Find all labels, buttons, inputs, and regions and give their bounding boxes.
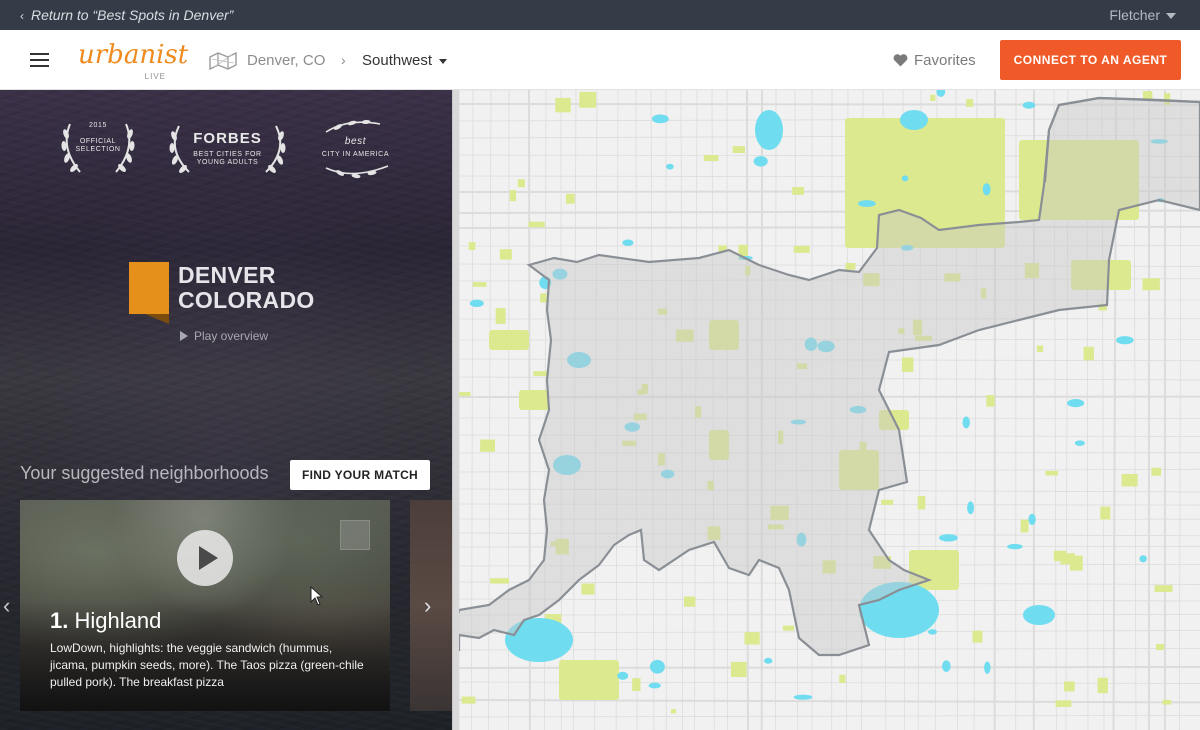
breadcrumb-separator: › xyxy=(341,52,346,68)
carousel-next-icon[interactable]: › xyxy=(424,593,431,619)
city-title-line2: COLORADO xyxy=(178,287,315,313)
city-flag-icon xyxy=(129,262,169,324)
logo[interactable]: urbanist LIVE xyxy=(78,40,188,82)
map-icon xyxy=(209,51,237,71)
favorites-link[interactable]: Favorites xyxy=(893,52,976,69)
region-dropdown[interactable]: Southwest xyxy=(362,52,448,69)
neighborhood-title: 1. Highland xyxy=(50,608,161,634)
award-title: FORBES xyxy=(193,130,262,147)
neighborhood-card[interactable]: 1. Highland LowDown, highlights: the veg… xyxy=(20,500,390,711)
play-video-icon[interactable] xyxy=(177,530,233,586)
neighborhood-name: Highland xyxy=(74,608,162,633)
suggested-neighborhoods-title: Your suggested neighborhoods xyxy=(20,463,269,483)
play-overview-label: Play overview xyxy=(194,329,269,343)
laurel-icon xyxy=(169,125,286,173)
map-canvas[interactable] xyxy=(459,90,1200,730)
region-label: Southwest xyxy=(362,52,433,69)
chevron-left-icon: ‹ xyxy=(20,9,24,23)
city-title: DENVER COLORADO xyxy=(178,263,315,313)
caret-down-icon xyxy=(1166,13,1176,20)
carousel-prev-icon[interactable]: ‹ xyxy=(3,593,10,619)
favorites-label: Favorites xyxy=(914,52,976,69)
neighborhood-rank: 1. xyxy=(50,608,69,633)
return-link[interactable]: ‹ Return to “Best Spots in Denver” xyxy=(20,7,233,23)
neighborhood-description: LowDown, highlights: the veggie sandwich… xyxy=(50,641,364,689)
panel-divider-handle[interactable] xyxy=(452,90,459,730)
logo-sub: LIVE xyxy=(144,72,166,81)
return-link-label: Return to “Best Spots in Denver” xyxy=(31,7,234,23)
play-overview-link[interactable]: Play overview xyxy=(180,329,268,343)
logo-wordmark: urbanist xyxy=(78,40,189,70)
award-subtitle: BEST CITIES FOR YOUNG ADULTS xyxy=(193,151,262,166)
mouse-cursor-icon xyxy=(310,586,324,606)
favorite-toggle-icon[interactable] xyxy=(340,520,370,550)
connect-agent-button[interactable]: CONNECT TO AN AGENT xyxy=(1000,40,1181,80)
city-title-line1: DENVER xyxy=(178,262,276,288)
laurel-icon xyxy=(325,119,389,179)
hamburger-menu-icon[interactable] xyxy=(30,53,49,67)
user-name: Fletcher xyxy=(1109,7,1160,23)
breadcrumb-city[interactable]: Denver, CO xyxy=(247,52,325,69)
neighborhood-map[interactable] xyxy=(459,90,1200,730)
award-forbes: FORBES BEST CITIES FOR YOUNG ADULTS xyxy=(165,118,290,180)
award-title: OFFICIAL SELECTION xyxy=(75,138,121,153)
city-boundary xyxy=(459,96,1200,657)
user-menu[interactable]: Fletcher xyxy=(1109,7,1176,23)
award-top: best xyxy=(344,136,367,147)
award-title: CITY IN AMERICA xyxy=(321,151,390,158)
award-year: 2015 xyxy=(89,122,107,129)
award-official-selection: 2015 OFFICIAL SELECTION xyxy=(58,118,138,180)
caret-down-icon xyxy=(439,58,448,64)
award-best-city: best CITY IN AMERICA xyxy=(318,118,393,180)
heart-icon xyxy=(893,54,908,67)
find-your-match-button[interactable]: FIND YOUR MATCH xyxy=(290,460,430,490)
play-icon xyxy=(180,331,188,341)
city-panel: 2015 OFFICIAL SELECTION FORBES BEST CITI… xyxy=(0,90,452,730)
nav-bar: urbanist LIVE Denver, CO › Southwest Fav… xyxy=(0,30,1200,90)
top-bar: ‹ Return to “Best Spots in Denver” Fletch… xyxy=(0,0,1200,30)
